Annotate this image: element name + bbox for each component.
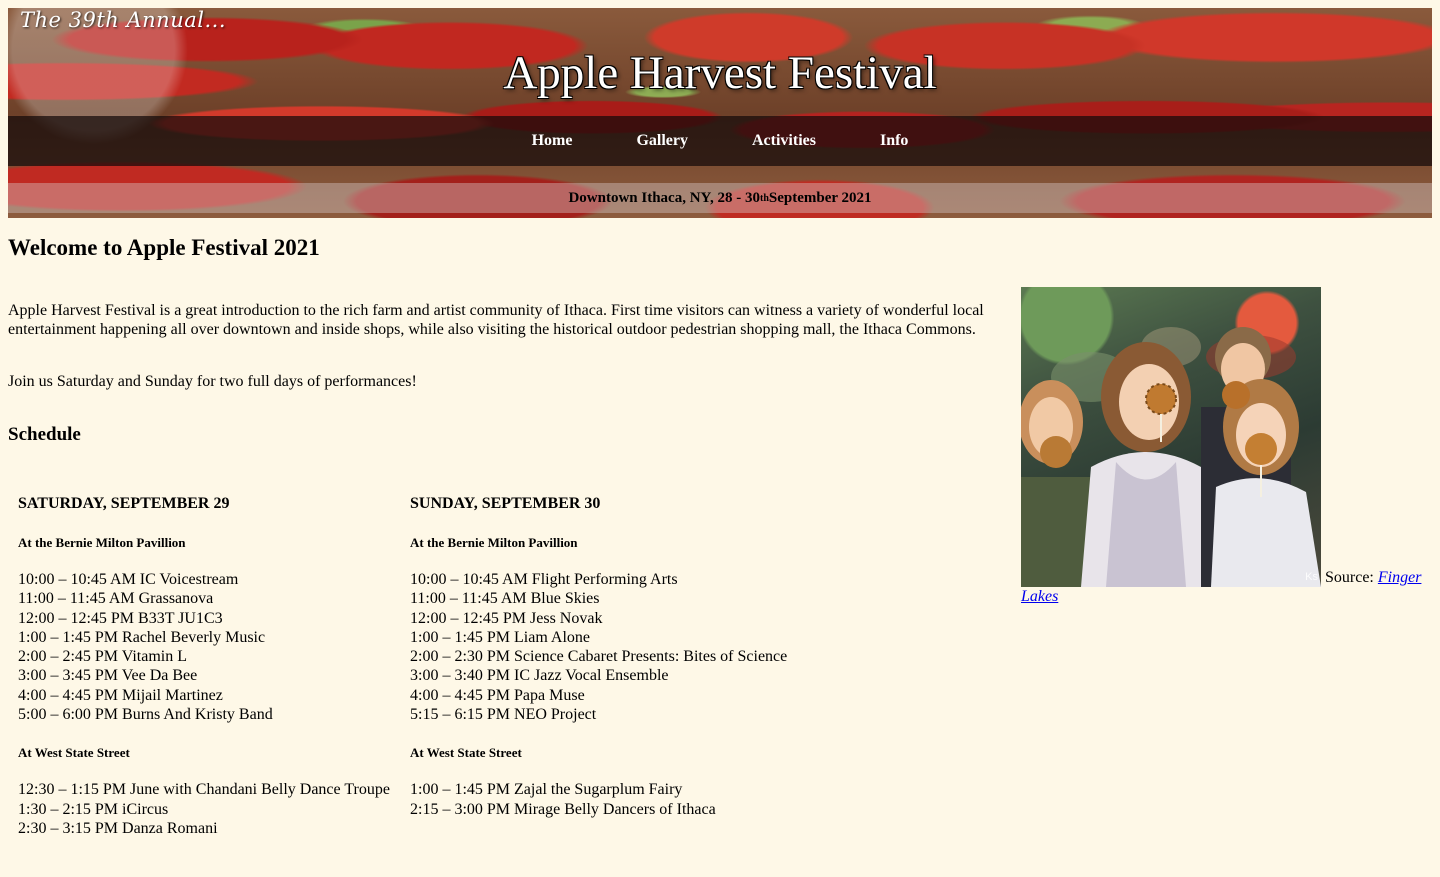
list-item: 11:00 – 11:45 AM Blue Skies — [410, 590, 600, 608]
nav-activities-link[interactable]: Activities — [752, 132, 816, 150]
main-nav: Home Gallery Activities Info — [8, 116, 1432, 166]
festival-photo-figure: Ks Source: Finger Lakes — [1021, 287, 1431, 606]
list-item: 1:00 – 1:45 PM Rachel Beverly Music — [18, 628, 266, 646]
list-item: 3:00 – 3:45 PM Vee Da Bee — [18, 667, 198, 685]
nav-info-link[interactable]: Info — [880, 132, 908, 150]
list-item: 2:00 – 2:30 PM Science Cabaret Presents:… — [410, 648, 788, 666]
source-label: Source: — [1321, 569, 1378, 586]
list-item: 10:00 – 10:45 AM IC Voicestream — [18, 571, 239, 588]
banner-tagline: The 39th Annual... — [20, 8, 226, 32]
schedule-heading: Schedule — [8, 424, 81, 445]
join-paragraph: Join us Saturday and Sunday for two full… — [8, 373, 417, 390]
event-date-bar: Downtown Ithaca, NY, 28 - 30th September… — [8, 183, 1432, 213]
nav-gallery-link[interactable]: Gallery — [636, 132, 688, 150]
site-title: Apple Harvest Festival — [503, 47, 937, 99]
saturday-pavillion-list: 10:00 – 10:45 AM IC Voicestream 11:00 – … — [18, 570, 408, 724]
welcome-heading: Welcome to Apple Festival 2021 — [8, 235, 320, 260]
list-item: 2:15 – 3:00 PM Mirage Belly Dancers of I… — [410, 800, 716, 818]
list-item: 5:15 – 6:15 PM NEO Project — [410, 706, 597, 724]
nav-home-link[interactable]: Home — [532, 132, 573, 150]
date-superscript: th — [760, 192, 769, 204]
page: The 39th Annual... Apple Harvest Festiva… — [0, 0, 1440, 877]
saturday-title: SATURDAY, SEPTEMBER 29 — [18, 495, 230, 512]
intro-paragraph: Apple Harvest Festival is a great introd… — [8, 302, 984, 338]
sunday-west-state-list: 1:00 – 1:45 PM Zajal the Sugarplum Fairy… — [410, 780, 830, 819]
list-item: 4:00 – 4:45 PM Papa Muse — [410, 686, 585, 704]
photo-illustration — [1021, 327, 1321, 587]
date-text: Downtown Ithaca, NY, 28 - 30 — [568, 189, 760, 206]
list-item: 5:00 – 6:00 PM Burns And Kristy Band — [18, 706, 273, 724]
list-item: 12:00 – 12:45 PM Jess Novak — [410, 609, 603, 627]
sunday-title: SUNDAY, SEPTEMBER 30 — [410, 495, 601, 512]
sunday-schedule: SUNDAY, SEPTEMBER 30 At the Bernie Milto… — [410, 494, 830, 819]
list-item: 1:00 – 1:45 PM Liam Alone — [410, 628, 590, 646]
list-item: 1:30 – 2:15 PM iCircus — [18, 800, 169, 818]
list-item: 3:00 – 3:40 PM IC Jazz Vocal Ensemble — [410, 667, 669, 685]
saturday-venue-pavillion: At the Bernie Milton Pavillion — [18, 535, 186, 550]
saturday-venue-west-state: At West State Street — [18, 745, 130, 761]
sunday-pavillion-list: 10:00 – 10:45 AM Flight Performing Arts … — [410, 570, 830, 724]
saturday-schedule: SATURDAY, SEPTEMBER 29 At the Bernie Mil… — [18, 494, 408, 838]
sunday-venue-west-state: At West State Street — [410, 745, 522, 761]
photo-credit: Ks — [1305, 571, 1318, 583]
list-item: 2:30 – 3:15 PM Danza Romani — [18, 819, 218, 837]
festival-banner: The 39th Annual... Apple Harvest Festiva… — [8, 8, 1432, 218]
sunday-venue-pavillion: At the Bernie Milton Pavillion — [410, 535, 578, 550]
list-item: 12:00 – 12:45 PM B33T JU1C3 — [18, 609, 223, 627]
list-item: 2:00 – 2:45 PM Vitamin L — [18, 648, 187, 666]
list-item: 10:00 – 10:45 AM Flight Performing Arts — [410, 571, 678, 588]
saturday-west-state-list: 12:30 – 1:15 PM June with Chandani Belly… — [18, 780, 408, 838]
list-item: 12:30 – 1:15 PM June with Chandani Belly… — [18, 781, 390, 799]
date-month: September 2021 — [768, 189, 872, 206]
list-item: 4:00 – 4:45 PM Mijail Martinez — [18, 686, 223, 704]
festival-photo: Ks — [1021, 287, 1321, 587]
list-item: 1:00 – 1:45 PM Zajal the Sugarplum Fairy — [410, 781, 683, 799]
list-item: 11:00 – 11:45 AM Grassanova — [18, 590, 214, 608]
